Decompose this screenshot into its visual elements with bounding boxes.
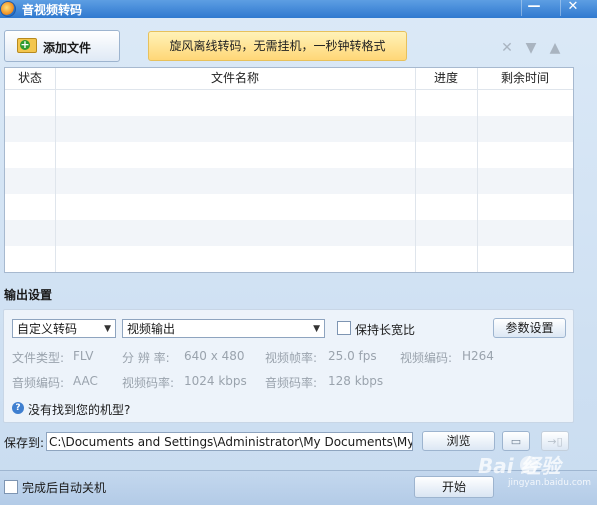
app-logo-icon [0, 1, 16, 17]
baidu-watermark: Bai 经验 jingyan.baidu.com [478, 450, 592, 490]
add-file-label: 添加文件 [43, 41, 92, 55]
close-button[interactable]: ✕ [560, 0, 585, 16]
file-list-table[interactable]: 状态 文件名称 进度 剩余时间 [4, 67, 574, 273]
auto-shutdown-checkbox[interactable] [4, 480, 18, 494]
minimize-button[interactable]: — [521, 0, 546, 16]
info-video-codec-value: H264 [462, 349, 494, 363]
info-audio-bitrate-label: 音频码率: [265, 376, 318, 390]
device-not-found-link[interactable]: 没有找到您的机型? [28, 401, 130, 418]
add-folder-icon [17, 38, 37, 53]
device-select-value: 视频输出 [127, 322, 176, 336]
chevron-down-icon: ▼ [104, 324, 111, 334]
profile-select-value: 自定义转码 [17, 322, 78, 336]
keep-ratio-checkbox[interactable] [337, 321, 351, 335]
column-progress[interactable]: 进度 [415, 68, 477, 89]
info-framerate-label: 视频帧率: [265, 351, 318, 365]
add-file-button[interactable]: 添加文件 [4, 30, 120, 62]
auto-shutdown-label: 完成后自动关机 [22, 481, 107, 495]
table-header: 状态 文件名称 进度 剩余时间 [5, 68, 573, 90]
chevron-down-icon: ▼ [313, 324, 320, 334]
info-file-type-value: FLV [73, 349, 94, 363]
move-down-icon[interactable]: ▼ [524, 41, 538, 55]
info-resolution-label: 分 辨 率: [122, 351, 170, 365]
table-row [5, 220, 573, 246]
column-divider [415, 68, 416, 272]
column-divider [55, 68, 56, 272]
move-up-icon[interactable]: ▲ [548, 41, 562, 55]
column-filename[interactable]: 文件名称 [55, 68, 415, 89]
table-row [5, 116, 573, 142]
open-folder-icon[interactable]: ▭ [502, 431, 530, 451]
column-remaining-time[interactable]: 剩余时间 [477, 68, 573, 89]
column-status[interactable]: 状态 [5, 68, 55, 89]
delete-icon[interactable]: ✕ [500, 41, 514, 55]
converter-window: 音视频转码 — ✕ 添加文件 旋风离线转码，无需挂机，一秒钟转格式 ✕ ▼ ▲ … [0, 0, 597, 505]
browse-button[interactable]: 浏览 [422, 431, 495, 451]
save-path-input[interactable]: C:\Documents and Settings\Administrator\… [46, 432, 413, 451]
info-video-bitrate-value: 1024 kbps [184, 374, 247, 388]
export-icon[interactable]: →▯ [541, 431, 569, 451]
help-icon: ? [12, 402, 24, 414]
keep-ratio-label: 保持长宽比 [355, 323, 416, 337]
table-row [5, 168, 573, 194]
watermark-url: jingyan.baidu.com [508, 478, 592, 488]
info-video-codec-label: 视频编码: [400, 351, 453, 365]
paw-icon [520, 456, 538, 474]
profile-select[interactable]: 自定义转码 ▼ [12, 319, 116, 338]
save-to-label: 保存到: [4, 436, 45, 450]
info-audio-codec-value: AAC [73, 374, 98, 388]
output-settings-title: 输出设置 [4, 288, 53, 302]
info-resolution-value: 640 x 480 [184, 349, 245, 363]
column-divider [477, 68, 478, 272]
settings-button[interactable]: 参数设置 [493, 318, 566, 338]
info-file-type-label: 文件类型: [12, 351, 65, 365]
info-audio-codec-label: 音频编码: [12, 376, 65, 390]
title-bar: 音视频转码 — ✕ [0, 0, 597, 18]
info-audio-bitrate-value: 128 kbps [328, 374, 384, 388]
device-select[interactable]: 视频输出 ▼ [122, 319, 325, 338]
info-framerate-value: 25.0 fps [328, 349, 377, 363]
promo-banner[interactable]: 旋风离线转码，无需挂机，一秒钟转格式 [148, 31, 407, 61]
window-title: 音视频转码 [22, 3, 83, 17]
info-video-bitrate-label: 视频码率: [122, 376, 175, 390]
